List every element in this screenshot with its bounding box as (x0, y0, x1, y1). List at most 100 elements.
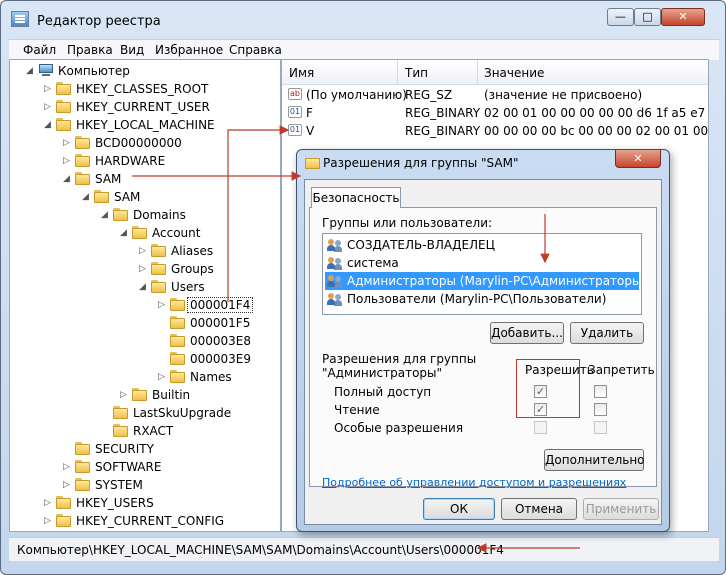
folder-icon (132, 388, 147, 401)
folder-icon (170, 352, 185, 365)
folder-icon (151, 244, 166, 257)
dialog-close-button[interactable]: ✕ (615, 150, 661, 168)
menu-view[interactable]: Вид (120, 43, 144, 57)
menu-file[interactable]: Файл (23, 43, 56, 57)
add-button[interactable]: Добавить... (490, 322, 564, 344)
remove-button[interactable]: Удалить (570, 322, 644, 344)
folder-icon (170, 370, 185, 383)
column-name[interactable]: Имя (289, 66, 314, 80)
list-item-selected[interactable]: Администраторы (Marylin-PC\Администратор… (325, 272, 646, 290)
permissions-dialog: Разрешения для группы "SAM" ✕ Безопаснос… (296, 149, 670, 532)
expand-icon[interactable]: ▷ (44, 101, 54, 113)
users-list[interactable]: СОЗДАТЕЛЬ-ВЛАДЕЛЕЦ система Администратор… (322, 233, 646, 315)
collapse-icon[interactable]: ◢ (26, 65, 36, 77)
cancel-button[interactable]: Отмена (501, 498, 577, 520)
string-value-icon: ab (288, 88, 302, 100)
list-item[interactable]: Пользователи (Marylin-PC\Пользователи) (325, 290, 639, 308)
apply-button[interactable]: Применить (583, 498, 659, 520)
folder-icon (56, 496, 71, 509)
status-path: Компьютер\HKEY_LOCAL_MACHINE\SAM\SAM\Dom… (17, 543, 504, 557)
maximize-button[interactable]: □ (634, 8, 661, 26)
expand-icon[interactable]: ▷ (158, 371, 168, 383)
list-header: Имя Тип Значение (282, 60, 708, 85)
menu-bar: Файл Правка Вид Избранное Справка (9, 39, 719, 60)
folder-icon (305, 156, 320, 169)
allow-special-checkbox[interactable] (534, 421, 547, 434)
binary-value-icon: 01 (288, 124, 302, 136)
status-bar: Компьютер\HKEY_LOCAL_MACHINE\SAM\SAM\Dom… (9, 537, 719, 561)
users-icon (327, 292, 343, 306)
folder-icon (113, 424, 128, 437)
menu-help[interactable]: Справка (229, 43, 282, 57)
collapse-icon[interactable]: ◢ (139, 281, 149, 293)
list-item[interactable]: система (325, 254, 639, 272)
close-button[interactable]: ✕ (661, 8, 705, 26)
groups-label: Группы или пользователи: (322, 216, 493, 230)
advanced-button[interactable]: Дополнительно (544, 449, 645, 471)
expand-icon[interactable]: ▷ (44, 515, 54, 527)
expand-icon[interactable]: ▷ (63, 461, 73, 473)
collapse-icon[interactable]: ◢ (101, 209, 111, 221)
collapse-icon[interactable]: ◢ (82, 191, 92, 203)
ok-button[interactable]: ОК (423, 498, 495, 520)
deny-full-control-checkbox[interactable] (594, 385, 607, 398)
value-row[interactable]: 01 F REG_BINARY 02 00 01 00 00 00 00 00 … (282, 104, 708, 122)
folder-icon (170, 334, 185, 347)
minimize-button[interactable]: — (607, 8, 634, 26)
folder-icon (75, 442, 90, 455)
tab-security[interactable]: Безопасность (311, 187, 401, 208)
folder-icon (170, 316, 185, 329)
expand-icon[interactable]: ▷ (139, 245, 149, 257)
binary-value-icon: 01 (288, 106, 302, 118)
permissions-label: Разрешения для группы (322, 352, 477, 366)
collapse-icon[interactable]: ◢ (63, 173, 73, 185)
expand-icon[interactable]: ▷ (44, 497, 54, 509)
permission-special: Особые разрешения (334, 421, 464, 435)
folder-icon (113, 406, 128, 419)
value-row[interactable]: 01 V REG_BINARY 00 00 00 00 bc 00 00 00 … (282, 122, 708, 140)
expand-icon[interactable]: ▷ (44, 83, 54, 95)
security-tab-panel: Группы или пользователи: СОЗДАТЕЛЬ-ВЛАДЕ… (309, 207, 657, 489)
deny-special-checkbox[interactable] (594, 421, 607, 434)
folder-icon (75, 172, 90, 185)
column-divider[interactable] (477, 60, 478, 84)
value-row[interactable]: ab (По умолчанию) REG_SZ (значение не пр… (282, 86, 708, 104)
menu-favorites[interactable]: Избранное (155, 43, 223, 57)
users-icon (327, 274, 343, 288)
collapse-icon[interactable]: ◢ (120, 227, 130, 239)
expand-icon[interactable]: ▷ (63, 479, 73, 491)
folder-icon (151, 280, 166, 293)
folder-icon (132, 226, 147, 239)
folder-icon (56, 118, 71, 131)
folder-icon (75, 478, 90, 491)
dialog-title: Разрешения для группы "SAM" (323, 156, 519, 170)
window-title: Редактор реестра (37, 14, 161, 29)
registry-tree[interactable]: ◢ Компьютер ▷ HKEY_CLASSES_ROOT ▷ HKEY_CUR… (9, 59, 281, 532)
deny-read-checkbox[interactable] (594, 403, 607, 416)
column-value[interactable]: Значение (484, 66, 544, 80)
folder-icon (56, 514, 71, 527)
column-type[interactable]: Тип (405, 66, 428, 80)
expand-icon[interactable]: ▷ (63, 155, 73, 167)
collapse-icon[interactable]: ◢ (44, 119, 54, 131)
deny-header: Запретить (588, 363, 655, 377)
expand-icon[interactable]: ▷ (158, 299, 168, 311)
folder-icon (151, 262, 166, 275)
column-divider[interactable] (397, 60, 398, 84)
title-bar: Редактор реестра — □ ✕ (1, 1, 725, 39)
folder-icon (56, 100, 71, 113)
expand-icon[interactable]: ▷ (120, 389, 130, 401)
permission-read: Чтение (334, 403, 380, 417)
list-item[interactable]: СОЗДАТЕЛЬ-ВЛАДЕЛЕЦ (325, 236, 639, 254)
expand-icon[interactable]: ▷ (63, 137, 73, 149)
expand-icon[interactable]: ▷ (139, 263, 149, 275)
folder-icon (75, 154, 90, 167)
dialog-body: Безопасность Группы или пользователи: СО… (304, 179, 662, 525)
permission-full-control: Полный доступ (334, 385, 432, 399)
users-icon (327, 238, 343, 252)
computer-icon (38, 64, 54, 77)
help-link[interactable]: Подробнее об управлении доступом и разре… (322, 476, 626, 489)
folder-icon (94, 190, 109, 203)
permissions-group-label: "Администраторы" (322, 366, 443, 380)
menu-edit[interactable]: Правка (67, 43, 113, 57)
